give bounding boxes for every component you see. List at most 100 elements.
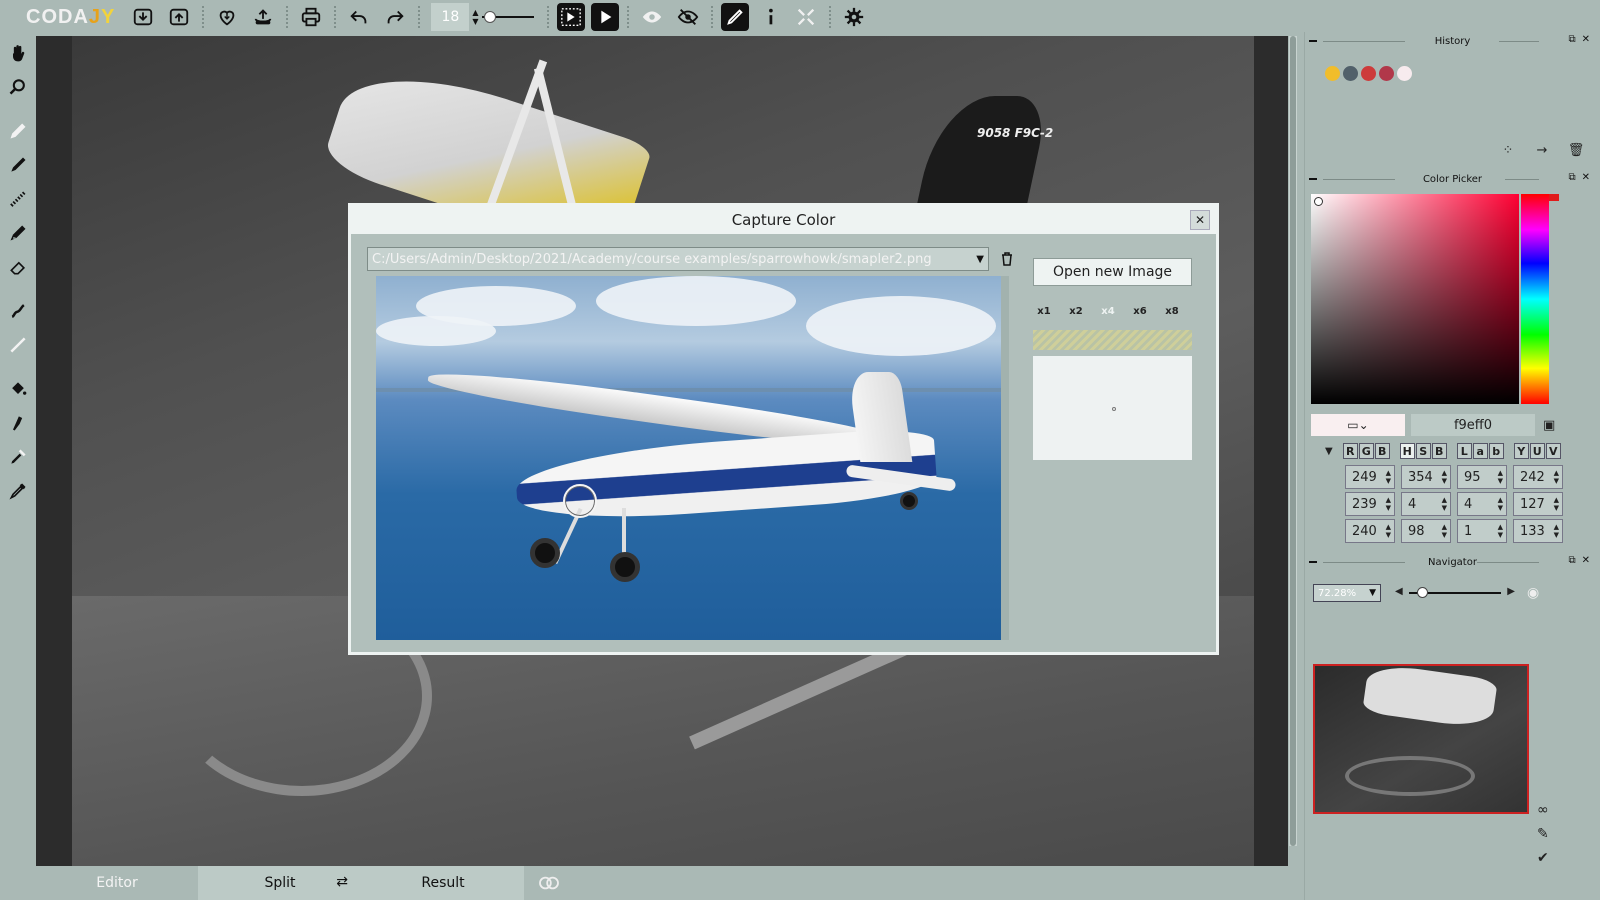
canvas-vertical-scrollbar[interactable]	[1289, 36, 1297, 846]
hue-marker[interactable]	[1549, 194, 1559, 201]
model-b2[interactable]: B	[1431, 443, 1447, 459]
value-spinbox[interactable]: 239 ▲ ▼	[1345, 492, 1395, 516]
model-l[interactable]: L	[1456, 443, 1472, 459]
dotted-brush-icon[interactable]	[0, 182, 36, 216]
value-spinbox[interactable]: 240 ▲ ▼	[1345, 519, 1395, 543]
brush-size-slider[interactable]	[481, 3, 534, 31]
zoom-x6[interactable]: x6	[1129, 302, 1151, 320]
model-s[interactable]: S	[1415, 443, 1431, 459]
sample-image[interactable]	[376, 276, 1009, 640]
current-color-preview[interactable]: ▭⌄	[1311, 414, 1405, 436]
zoom-select[interactable]: 72.28% ▼	[1313, 584, 1381, 602]
image-path-select[interactable]: C:/Users/Admin/Desktop/2021/Academy/cour…	[367, 247, 989, 271]
play-step-icon[interactable]	[556, 3, 585, 31]
picker-drop-icon[interactable]	[0, 440, 36, 474]
value-spinbox[interactable]: 4 ▲ ▼	[1457, 492, 1507, 516]
upload-icon[interactable]	[248, 2, 278, 32]
value-spinbox[interactable]: 127 ▲ ▼	[1513, 492, 1563, 516]
model-g[interactable]: G	[1358, 443, 1374, 459]
history-swatch[interactable]	[1361, 66, 1376, 81]
zoom-slider[interactable]: ◀ ▶	[1395, 584, 1515, 602]
info-icon[interactable]	[755, 2, 785, 32]
close-icon[interactable]: ✕	[1190, 210, 1210, 230]
model-v[interactable]: V	[1545, 443, 1561, 459]
fullscreen-icon[interactable]	[791, 2, 821, 32]
model-y[interactable]: Y	[1513, 443, 1529, 459]
image-picker-icon[interactable]: ▣	[1543, 418, 1555, 433]
saturation-value-box[interactable]	[1311, 194, 1519, 404]
navigator-thumbnail[interactable]	[1313, 664, 1529, 814]
value-spinbox[interactable]: 249 ▲ ▼	[1345, 465, 1395, 489]
fine-pen-icon[interactable]	[0, 216, 36, 250]
move-hand-icon[interactable]	[0, 36, 36, 70]
compare-icon[interactable]	[524, 866, 574, 900]
trash-icon[interactable]	[997, 249, 1017, 269]
eye-crossed-icon[interactable]	[673, 2, 703, 32]
fill-bucket-icon[interactable]	[0, 372, 36, 406]
tab-split[interactable]: Split ⇄	[198, 866, 362, 900]
tab-editor[interactable]: Editor	[36, 866, 198, 900]
model-u[interactable]: U	[1529, 443, 1545, 459]
hue-slider[interactable]	[1521, 194, 1549, 404]
zoom-x8[interactable]: x8	[1161, 302, 1183, 320]
panel-controls[interactable]: ⧉✕	[1568, 555, 1596, 566]
stamp-icon[interactable]	[0, 406, 36, 440]
color-format-icon[interactable]: ▭⌄	[1347, 418, 1368, 432]
swap-icon[interactable]: ⇄	[336, 874, 348, 890]
model-h[interactable]: H	[1399, 443, 1415, 459]
value-spinbox[interactable]: 242 ▲ ▼	[1513, 465, 1563, 489]
value-spinbox[interactable]: 133 ▲ ▼	[1513, 519, 1563, 543]
history-swatch[interactable]	[1379, 66, 1394, 81]
slider-knob[interactable]	[483, 11, 496, 23]
value-spinbox[interactable]: 98 ▲ ▼	[1401, 519, 1451, 543]
collapse-arrow-icon[interactable]: ▼	[1325, 446, 1333, 457]
brush-size-stepper[interactable]: ▲ ▼	[472, 8, 478, 26]
pen-icon[interactable]: ✎	[1537, 826, 1549, 842]
history-swatch[interactable]	[1397, 66, 1412, 81]
zoom-slider-knob[interactable]	[1417, 587, 1428, 598]
model-b3[interactable]: b	[1488, 443, 1504, 459]
print-icon[interactable]	[296, 2, 326, 32]
model-r[interactable]: R	[1342, 443, 1358, 459]
value-spinbox[interactable]: 354 ▲ ▼	[1401, 465, 1451, 489]
eyedropper-icon[interactable]	[0, 474, 36, 508]
brush-icon[interactable]	[0, 148, 36, 182]
history-swatch[interactable]	[1325, 66, 1340, 81]
zoom-icon[interactable]	[0, 70, 36, 104]
sampling-loupe[interactable]	[563, 484, 597, 518]
zoom-x2[interactable]: x2	[1065, 302, 1087, 320]
line-icon[interactable]	[0, 328, 36, 362]
eraser-icon[interactable]	[0, 250, 36, 284]
redo-icon[interactable]	[380, 2, 410, 32]
settings-gear-icon[interactable]	[839, 2, 869, 32]
undo-icon[interactable]	[344, 2, 374, 32]
eye-icon[interactable]	[637, 2, 667, 32]
arrow-right-icon[interactable]: →	[1530, 138, 1554, 162]
import-icon[interactable]	[128, 2, 158, 32]
value-spinbox[interactable]: 4 ▲ ▼	[1401, 492, 1451, 516]
value-spinbox[interactable]: 95 ▲ ▼	[1457, 465, 1507, 489]
zoom-x1[interactable]: x1	[1033, 302, 1055, 320]
export-icon[interactable]	[164, 2, 194, 32]
compare-icon[interactable]: ∞	[1537, 802, 1549, 818]
zoom-x4[interactable]: x4	[1097, 302, 1119, 320]
panel-controls[interactable]: ⧉✕	[1568, 34, 1596, 45]
zoom-out-icon[interactable]: ◀	[1395, 586, 1403, 597]
zoom-in-icon[interactable]: ▶	[1507, 586, 1515, 597]
model-b[interactable]: B	[1374, 443, 1390, 459]
panel-controls[interactable]: ⧉✕	[1568, 172, 1596, 183]
check-icon[interactable]: ✔	[1537, 850, 1549, 866]
pen-active-icon[interactable]	[720, 3, 749, 31]
model-a[interactable]: a	[1472, 443, 1488, 459]
hex-input[interactable]: f9eff0	[1411, 414, 1535, 436]
pencil-icon[interactable]	[0, 114, 36, 148]
eye-icon[interactable]: ◉	[1527, 585, 1539, 601]
save-heart-icon[interactable]	[212, 2, 242, 32]
brush-size-input[interactable]: 18	[431, 3, 470, 31]
smudge-icon[interactable]	[0, 294, 36, 328]
trash-icon[interactable]: 🗑	[1564, 138, 1588, 162]
chevron-down-icon[interactable]: ▼	[976, 254, 984, 265]
palette-icon[interactable]: ⁘	[1496, 138, 1520, 162]
tab-result[interactable]: Result	[362, 866, 524, 900]
color-cursor[interactable]	[1314, 197, 1323, 206]
